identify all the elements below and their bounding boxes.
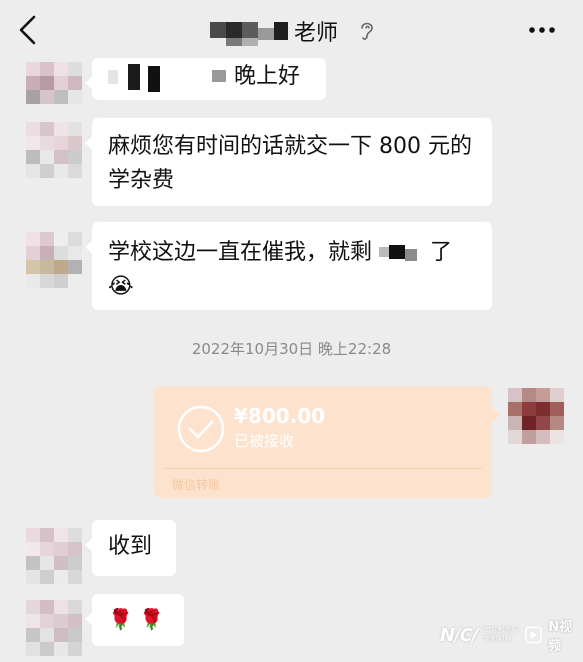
check-icon <box>177 405 225 453</box>
transfer-divider <box>164 468 482 469</box>
message-bubble[interactable]: 学校这边一直在催我，就剩 了 😭 <box>85 222 492 310</box>
watermark-ncw: N/C/ <box>440 624 478 646</box>
back-icon[interactable] <box>14 14 42 46</box>
text-redaction <box>379 243 423 263</box>
my-avatar[interactable] <box>508 388 566 446</box>
avatar[interactable] <box>26 528 84 586</box>
watermark-sub: 南方都市报 南都视频 <box>483 626 519 643</box>
video-logo-icon <box>525 626 543 644</box>
avatar[interactable] <box>26 122 84 180</box>
transfer-card[interactable]: ¥800.00 已被接收 微信转账 <box>154 386 500 498</box>
message-bubble[interactable]: 晚上好 <box>85 58 326 100</box>
rose-emoji: 🌹 🌹 <box>108 607 165 631</box>
name-redaction <box>108 62 238 92</box>
chat-title-text: 老师 <box>294 21 339 46</box>
ear-icon[interactable] <box>358 20 376 42</box>
watermark: N/C/ 南方都市报 南都视频 N视频 <box>440 620 583 654</box>
message-bubble[interactable]: 🌹 🌹 <box>85 594 184 646</box>
message-bubble[interactable]: 麻烦您有时间的话就交一下 800 元的学杂费 <box>85 118 492 206</box>
avatar[interactable] <box>26 232 84 290</box>
message-text: 收到 <box>108 534 153 559</box>
chat-title: 老师 <box>210 14 338 48</box>
transfer-kind: 微信转账 <box>172 478 221 492</box>
message-text-suffix: 了 <box>430 240 453 265</box>
message-bubble[interactable]: 收到 <box>85 520 176 576</box>
message-text: 晚上好 <box>234 64 301 89</box>
message-timestamp: 2022年10月30日 晚上22:28 <box>191 340 392 358</box>
watermark-app: N视频 <box>548 620 573 654</box>
transfer-status: 已被接收 <box>234 432 295 450</box>
title-redaction <box>210 16 290 46</box>
message-text: 学校这边一直在催我，就剩 <box>108 240 373 265</box>
crying-emoji: 😭 <box>108 274 134 299</box>
more-icon[interactable] <box>526 18 558 42</box>
transfer-amount: ¥800.00 <box>234 404 326 428</box>
message-text: 麻烦您有时间的话就交一下 800 元的学杂费 <box>108 134 472 193</box>
avatar[interactable] <box>26 62 84 108</box>
avatar[interactable] <box>26 600 84 658</box>
chat-header: 老师 <box>0 0 583 62</box>
